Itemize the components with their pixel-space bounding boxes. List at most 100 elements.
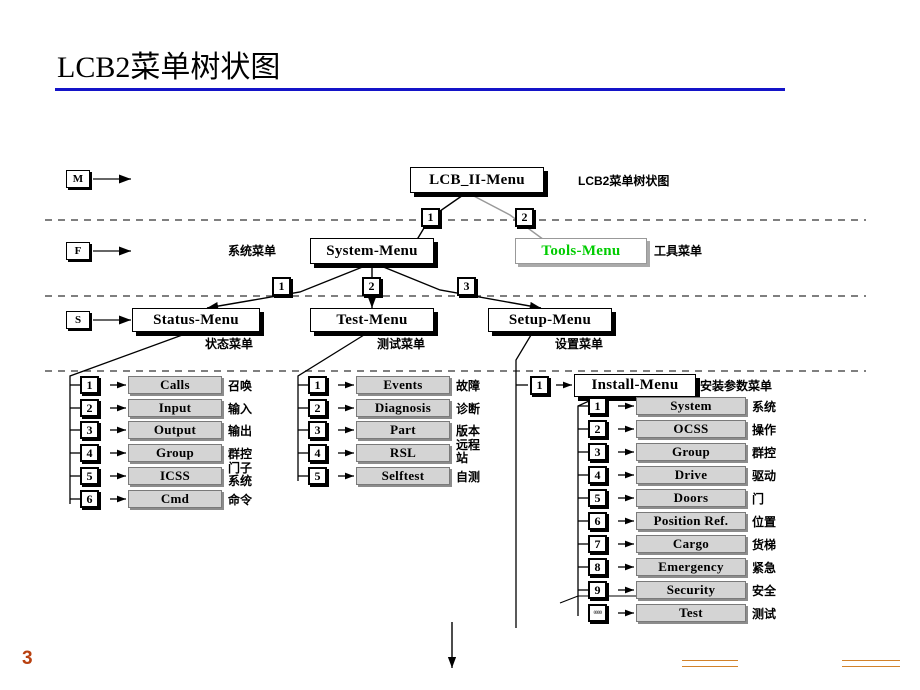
node-status-item-output[interactable]: Output bbox=[128, 421, 222, 439]
node-install-item-test[interactable]: Test bbox=[636, 604, 746, 622]
label-status-menu-cn: 状态菜单 bbox=[205, 337, 254, 351]
badge-install-item-6: 6 bbox=[588, 512, 607, 530]
level-separator-group bbox=[45, 219, 866, 372]
footer-decoration-right bbox=[842, 660, 900, 667]
label-install-item-doors-cn: 门 bbox=[752, 492, 765, 506]
label-setup-menu-cn: 设置菜单 bbox=[555, 337, 604, 351]
node-test-item-diagnosis[interactable]: Diagnosis bbox=[356, 399, 450, 417]
node-system-menu[interactable]: System-Menu bbox=[310, 238, 434, 264]
label-status-item-icss-cn: 门子系统 bbox=[228, 461, 253, 488]
level-marker-f-label: F bbox=[74, 245, 82, 257]
node-install-item-doors[interactable]: Doors bbox=[636, 489, 746, 507]
badge-test-item-5-label: 5 bbox=[314, 468, 321, 483]
label-test-item-rsl-cn: 远程站 bbox=[456, 438, 481, 465]
badge-install-item-3-label: 3 bbox=[594, 444, 601, 459]
node-install-item-drive[interactable]: Drive bbox=[636, 466, 746, 484]
badge-status-item-1: 1 bbox=[80, 376, 99, 394]
label-install-item-ocss-cn: 操作 bbox=[752, 423, 777, 437]
badge-install-item-7: 7 bbox=[588, 535, 607, 553]
badge-install-item-9-label: 9 bbox=[594, 582, 601, 597]
node-install-item-position-ref[interactable]: Position Ref. bbox=[636, 512, 746, 530]
badge-test-item-2-label: 2 bbox=[314, 400, 321, 415]
test-leaf-arrows bbox=[338, 381, 354, 480]
badge-install-item-5-label: 5 bbox=[594, 490, 601, 505]
badge-status-item-2-label: 2 bbox=[86, 400, 93, 415]
node-status-item-cmd-label: Cmd bbox=[160, 491, 190, 506]
node-status-menu-label: Status-Menu bbox=[153, 311, 239, 328]
badge-status-item-6-label: 6 bbox=[86, 491, 93, 506]
node-install-item-security-label: Security bbox=[666, 582, 716, 597]
node-install-item-ocss[interactable]: OCSS bbox=[636, 420, 746, 438]
node-status-item-icss[interactable]: ICSS bbox=[128, 467, 222, 485]
badge-install-item-8: 8 bbox=[588, 558, 607, 576]
node-test-menu-label: Test-Menu bbox=[336, 311, 408, 328]
badge-install-item-10-label: 0000 bbox=[593, 610, 603, 616]
node-test-item-rsl-label: RSL bbox=[389, 445, 417, 460]
level-marker-s-label: S bbox=[74, 314, 82, 326]
badge-test-item-2: 2 bbox=[308, 399, 327, 417]
node-test-item-rsl[interactable]: RSL bbox=[356, 444, 450, 462]
node-status-item-output-label: Output bbox=[153, 422, 197, 437]
node-status-menu[interactable]: Status-Menu bbox=[132, 308, 260, 332]
node-status-item-calls[interactable]: Calls bbox=[128, 376, 222, 394]
node-status-item-input-label: Input bbox=[158, 400, 192, 415]
node-test-menu[interactable]: Test-Menu bbox=[310, 308, 434, 332]
node-tools-menu-label: Tools-Menu bbox=[541, 242, 621, 259]
badge-install-item-7-label: 7 bbox=[594, 536, 601, 551]
label-status-item-cmd-cn: 命令 bbox=[228, 493, 253, 507]
node-setup-menu-label: Setup-Menu bbox=[508, 311, 592, 328]
label-test-item-diagnosis-cn: 诊断 bbox=[456, 402, 481, 416]
badge-status-item-3-label: 3 bbox=[86, 422, 93, 437]
label-install-item-test-cn: 测试 bbox=[752, 607, 777, 621]
badge-install-item-4-label: 4 bbox=[594, 467, 601, 482]
node-install-item-security[interactable]: Security bbox=[636, 581, 746, 599]
node-lcb2-root[interactable]: LCB_II-Menu bbox=[410, 167, 544, 193]
label-system-menu-cn: 系统菜单 bbox=[228, 244, 277, 258]
badge-status-item-1-label: 1 bbox=[86, 377, 93, 392]
badge-status-item-5: 5 bbox=[80, 467, 99, 485]
node-install-item-emergency-label: Emergency bbox=[658, 559, 724, 574]
label-test-menu-cn: 测试菜单 bbox=[377, 337, 426, 351]
badge-test-item-4: 4 bbox=[308, 444, 327, 462]
badge-install-item-5: 5 bbox=[588, 489, 607, 507]
badge-test-item-5: 5 bbox=[308, 467, 327, 485]
badge-tools-menu-label: 2 bbox=[521, 210, 528, 224]
node-test-item-part[interactable]: Part bbox=[356, 421, 450, 439]
badge-status-item-3: 3 bbox=[80, 421, 99, 439]
node-install-item-position-ref-label: Position Ref. bbox=[653, 513, 729, 528]
badge-install-menu-label: 1 bbox=[536, 378, 543, 392]
badge-install-item-3: 3 bbox=[588, 443, 607, 461]
badge-install-item-6-label: 6 bbox=[594, 513, 601, 528]
badge-status-item-2: 2 bbox=[80, 399, 99, 417]
node-install-item-cargo[interactable]: Cargo bbox=[636, 535, 746, 553]
footer-decoration-left bbox=[682, 660, 738, 667]
diagram-connectors bbox=[45, 174, 866, 668]
badge-system-menu: 1 bbox=[421, 208, 440, 227]
node-test-item-part-label: Part bbox=[390, 422, 416, 437]
node-setup-menu[interactable]: Setup-Menu bbox=[488, 308, 612, 332]
node-install-menu[interactable]: Install-Menu bbox=[574, 374, 696, 397]
diagram-caption: LCB2菜单树状图 bbox=[578, 174, 670, 188]
node-status-item-input[interactable]: Input bbox=[128, 399, 222, 417]
node-tools-menu[interactable]: Tools-Menu bbox=[515, 238, 647, 264]
page-number: 3 bbox=[22, 648, 33, 669]
node-install-item-system[interactable]: System bbox=[636, 397, 746, 415]
label-install-item-position-ref-cn: 位置 bbox=[752, 515, 777, 529]
badge-install-menu: 1 bbox=[530, 376, 549, 395]
node-install-item-drive-label: Drive bbox=[674, 467, 708, 482]
node-test-item-events[interactable]: Events bbox=[356, 376, 450, 394]
label-status-item-calls-cn: 召唤 bbox=[228, 379, 253, 393]
label-install-item-drive-cn: 驱动 bbox=[752, 469, 777, 483]
node-install-item-group[interactable]: Group bbox=[636, 443, 746, 461]
level-marker-m: M bbox=[66, 170, 90, 188]
node-status-item-cmd[interactable]: Cmd bbox=[128, 490, 222, 508]
level-marker-f: F bbox=[66, 242, 90, 260]
node-install-item-emergency[interactable]: Emergency bbox=[636, 558, 746, 576]
badge-status-item-4: 4 bbox=[80, 444, 99, 462]
node-status-item-group[interactable]: Group bbox=[128, 444, 222, 462]
node-test-item-selftest[interactable]: Selftest bbox=[356, 467, 450, 485]
level-marker-m-label: M bbox=[72, 173, 84, 185]
label-install-item-group-cn: 群控 bbox=[752, 446, 777, 460]
badge-install-item-4: 4 bbox=[588, 466, 607, 484]
node-test-item-diagnosis-label: Diagnosis bbox=[374, 400, 432, 415]
